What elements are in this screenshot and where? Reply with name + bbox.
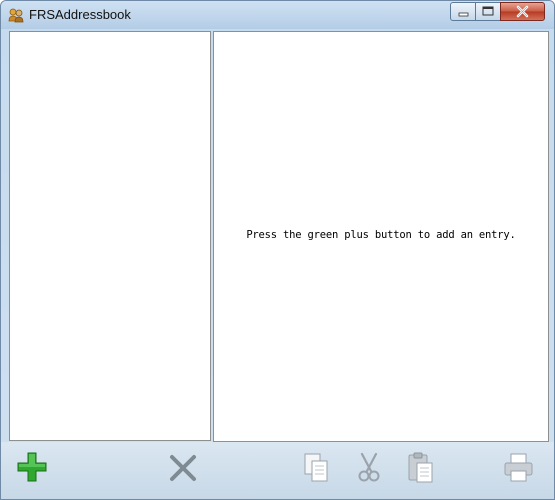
entry-detail-pane[interactable]: Press the green plus button to add an en… <box>213 31 549 442</box>
bottom-toolbar <box>1 442 554 499</box>
close-button[interactable] <box>500 2 545 21</box>
minimize-icon <box>458 12 469 17</box>
cut-button[interactable] <box>351 450 387 486</box>
print-button[interactable] <box>501 450 537 486</box>
green-plus-icon <box>17 452 47 482</box>
window-title: FRSAddressbook <box>29 7 131 22</box>
delete-entry-button[interactable] <box>165 450 201 486</box>
maximize-button[interactable] <box>475 2 501 21</box>
minimize-button[interactable] <box>450 2 476 21</box>
add-entry-button[interactable] <box>15 450 51 486</box>
entry-list-pane[interactable] <box>9 31 211 441</box>
copy-button[interactable] <box>299 450 335 486</box>
copy-icon <box>304 453 328 482</box>
paste-button[interactable] <box>403 450 439 486</box>
printer-icon <box>504 453 533 482</box>
app-window: FRSAddressbook Press the green plus butt… <box>0 0 555 500</box>
scissors-icon <box>358 452 380 482</box>
empty-state-message: Press the green plus button to add an en… <box>246 229 516 241</box>
close-icon <box>516 5 529 18</box>
maximize-icon <box>482 6 494 16</box>
x-delete-icon <box>170 455 196 481</box>
title-bar[interactable]: FRSAddressbook <box>1 1 554 29</box>
addressbook-people-icon <box>8 7 24 23</box>
clipboard-paste-icon <box>408 452 433 483</box>
